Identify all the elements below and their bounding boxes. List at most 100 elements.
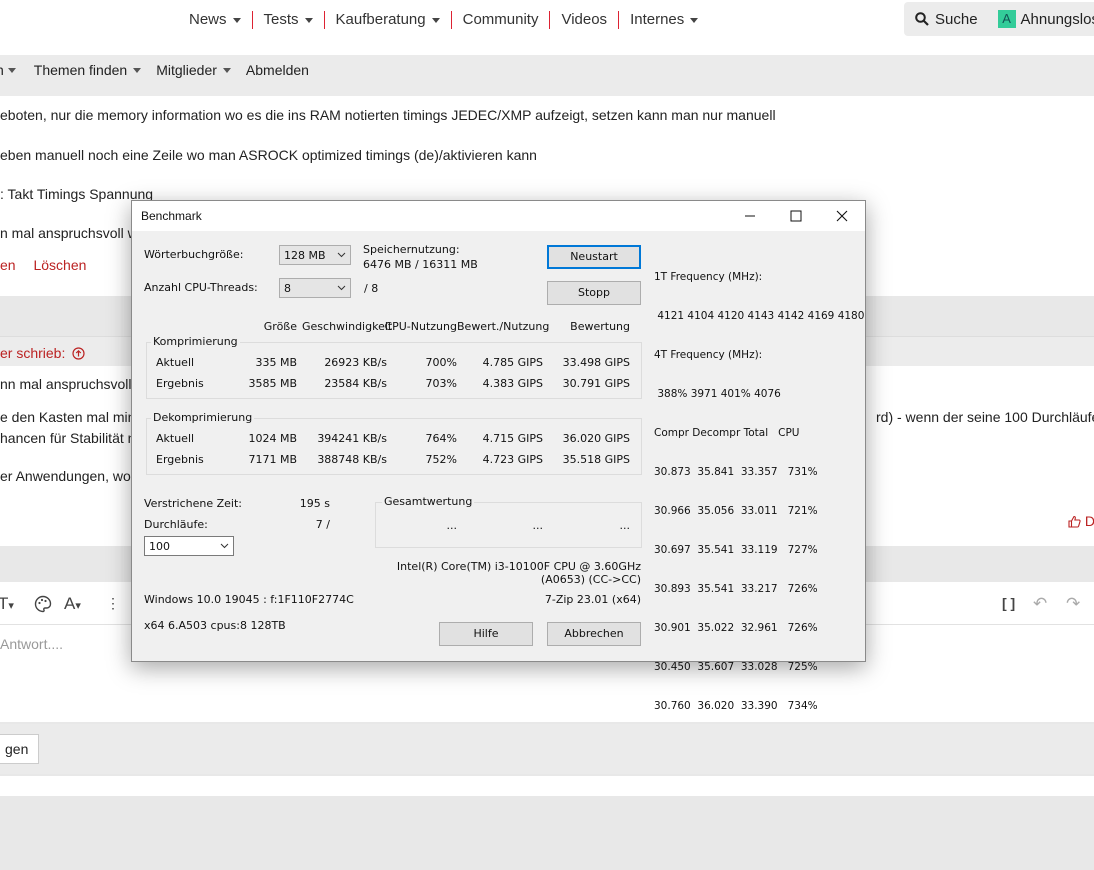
cell-size: 7171 MB [248, 453, 297, 466]
reply-placeholder[interactable]: Antwort.... [0, 636, 63, 652]
minimize-icon [745, 215, 755, 217]
chevron-down-icon [337, 252, 346, 258]
post-text: eboten, nur die memory information wo es… [0, 107, 776, 123]
compression-group: Komprimierung [146, 335, 642, 399]
post-text: eben manuell noch eine Zeile wo man ASRO… [0, 147, 537, 163]
close-button[interactable] [819, 201, 865, 231]
nav-videos[interactable]: Videos [550, 11, 620, 29]
minimize-button[interactable] [727, 201, 773, 231]
chevron-down-icon [220, 543, 229, 549]
memory-usage-value: 6476 MB / 16311 MB [363, 258, 478, 271]
nav-label: News [189, 11, 227, 28]
col-rating-usage: Bewert./Nutzung [457, 320, 550, 333]
restart-button[interactable]: Neustart [547, 245, 641, 269]
threads-value: 8 [284, 282, 291, 295]
cell-size: 335 MB [255, 356, 297, 369]
nav-label: Community [462, 11, 539, 28]
passes-select[interactable]: 100 [144, 536, 234, 556]
nav-community[interactable]: Community [452, 11, 551, 29]
decompression-group: Dekomprimierung [146, 411, 642, 475]
subnav-themen-finden[interactable]: Themen finden [34, 62, 127, 78]
chevron-down-icon [304, 17, 313, 23]
benchmark-dialog: Benchmark Wörterbuchgröße: 128 MB Anzahl… [131, 200, 866, 712]
dialog-titlebar[interactable]: Benchmark [132, 201, 865, 231]
cell-size: 1024 MB [248, 432, 297, 445]
bbcode-icon[interactable]: [ ] [1002, 595, 1015, 611]
nav-internes[interactable]: Internes [619, 11, 709, 29]
subnav-mitglieder[interactable]: Mitglieder [156, 62, 217, 78]
threads-max: / 8 [364, 282, 379, 295]
chevron-down-icon [232, 17, 241, 23]
cell-speed: 388748 KB/s [317, 453, 387, 466]
search-button[interactable]: Suche A Ahnungslos [904, 2, 1094, 36]
username[interactable]: Ahnungslos [1021, 11, 1094, 28]
chevron-down-icon [337, 285, 346, 291]
nav-tests[interactable]: Tests [253, 11, 325, 29]
post-text: er Anwendungen, wo s [0, 468, 142, 484]
log-line: Compr Decompr Total CPU [654, 427, 800, 439]
log-line: 4T Frequency (MHz): [654, 349, 763, 361]
elapsed-value: 195 s [299, 497, 330, 510]
frequency-log: 1T Frequency (MHz): 4121 4104 4120 4143 … [654, 245, 864, 739]
total-value: ... [619, 519, 631, 532]
text-size-icon[interactable]: T▾ [0, 594, 14, 614]
dialog-title: Benchmark [141, 209, 202, 223]
cell-speed: 23584 KB/s [324, 377, 387, 390]
cpu-id: (A0653) (CC->CC) [540, 573, 641, 586]
avatar[interactable]: A [997, 10, 1016, 28]
redo-icon[interactable]: ↷ [1066, 594, 1080, 614]
chevron-down-icon [7, 67, 16, 73]
cell-speed: 394241 KB/s [317, 432, 387, 445]
row-name: Ergebnis [156, 377, 204, 390]
nav-kaufberatung[interactable]: Kaufberatung [325, 11, 452, 29]
col-size: Größe [263, 320, 297, 333]
cell-rating: 35.518 GIPS [562, 453, 630, 466]
dictionary-size-select[interactable]: 128 MB [279, 245, 351, 265]
footer-band [0, 776, 1094, 796]
log-line: 30.901 35.022 32.961 726% [654, 622, 818, 634]
passes-label: Durchläufe: [144, 518, 208, 531]
quote-author[interactable]: er schrieb: [0, 345, 85, 361]
cell-rating: 33.498 GIPS [562, 356, 630, 369]
search-icon [915, 12, 929, 26]
log-line: 30.760 36.020 33.390 734% [654, 700, 818, 712]
threads-label: Anzahl CPU-Threads: [144, 281, 258, 294]
cancel-button[interactable]: Abbrechen [547, 622, 641, 646]
more-options-icon[interactable]: ⋮ [106, 595, 120, 612]
edit-link[interactable]: en [0, 257, 16, 273]
memory-usage-label: Speichernutzung: [363, 243, 460, 256]
search-label: Suche [935, 10, 978, 28]
like-label: D [1084, 513, 1094, 529]
chevron-down-icon [431, 17, 440, 23]
main-nav: News Tests Kaufberatung Community Videos… [178, 0, 709, 40]
post-text: n mal anspruchsvoll w [0, 225, 138, 241]
col-speed: Geschwindigkeit [302, 320, 393, 333]
threads-select[interactable]: 8 [279, 278, 351, 298]
delete-link[interactable]: Löschen [33, 257, 86, 273]
log-line: 30.697 35.541 33.119 727% [654, 544, 818, 556]
subnav-partial[interactable]: n [0, 62, 4, 78]
passes-value: 7 / [315, 518, 330, 531]
chevron-down-icon [133, 67, 142, 73]
stop-button[interactable]: Stopp [547, 281, 641, 305]
maximize-button[interactable] [773, 201, 819, 231]
elapsed-label: Verstrichene Zeit: [144, 497, 242, 510]
post-text: rd) - wenn der seine 100 Durchläufe d [876, 409, 1094, 425]
font-icon[interactable]: A▾ [64, 594, 81, 614]
cell-cpu: 703% [425, 377, 457, 390]
nav-label: Kaufberatung [335, 11, 426, 28]
help-button[interactable]: Hilfe [439, 622, 533, 646]
compression-label: Komprimierung [151, 335, 240, 348]
cell-rating: 30.791 GIPS [562, 377, 630, 390]
nav-label: Internes [630, 11, 685, 28]
arch-info: x64 6.A503 cpus:8 128TB [144, 619, 286, 632]
like-button[interactable]: D [1068, 513, 1094, 529]
cell-rating-usage: 4.383 GIPS [482, 377, 543, 390]
reply-button[interactable]: gen [0, 734, 40, 764]
nav-news[interactable]: News [178, 11, 253, 29]
quote-text: nn mal anspruchsvoll wi [0, 376, 149, 392]
subnav-abmelden[interactable]: Abmelden [246, 62, 309, 78]
palette-icon[interactable] [34, 595, 52, 613]
cell-speed: 26923 KB/s [324, 356, 387, 369]
undo-icon[interactable]: ↶ [1033, 594, 1047, 614]
